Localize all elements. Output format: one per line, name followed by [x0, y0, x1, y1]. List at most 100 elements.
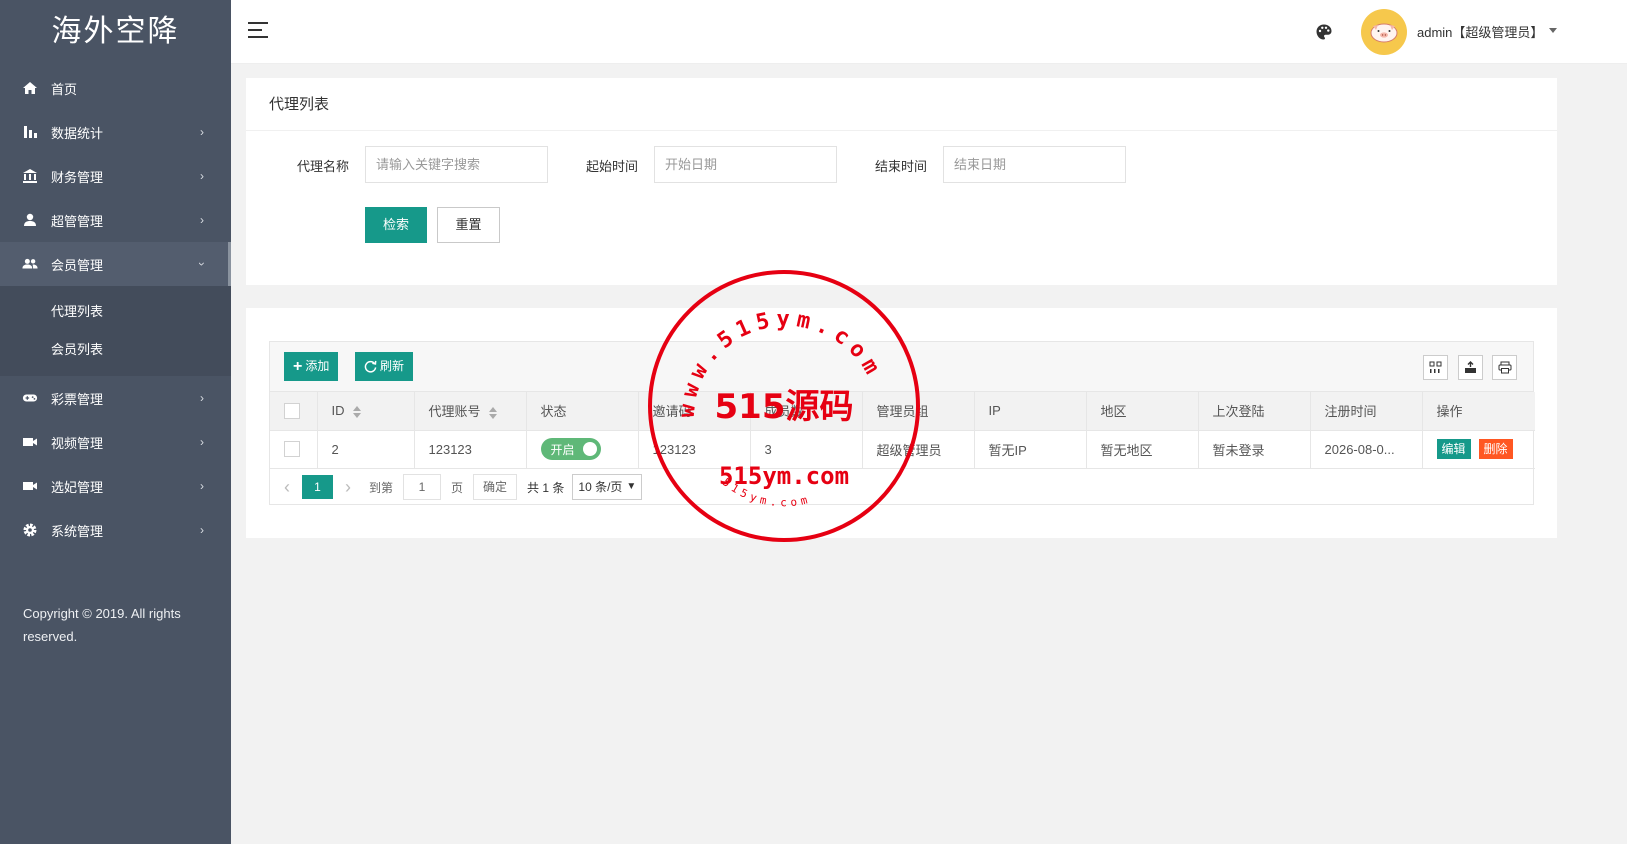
end-time-label: 结束时间: [875, 159, 928, 174]
column-header-account[interactable]: 代理账号: [414, 392, 527, 431]
copyright-text: Copyright © 2019. All rights reserved.: [23, 606, 181, 644]
user-icon: [22, 212, 38, 228]
page-unit-label: 页: [451, 480, 464, 495]
sort-icon[interactable]: [352, 405, 362, 418]
cell-ip: 暂无IP: [974, 430, 1087, 469]
cell-account: 123123: [414, 430, 527, 469]
goto-label: 到第: [369, 480, 394, 495]
search-button[interactable]: 检索: [365, 207, 427, 243]
agent-name-label: 代理名称: [297, 159, 350, 174]
caret-down-icon[interactable]: [1549, 28, 1557, 33]
select-all-checkbox[interactable]: [284, 403, 300, 420]
reset-button[interactable]: 重置: [437, 207, 500, 243]
chevron-down-icon: ›: [195, 262, 209, 266]
select-all-cell: [270, 392, 318, 431]
sidebar-item-admin[interactable]: 超管管理 ›: [0, 198, 231, 242]
table-header-row: ID 代理账号 状态 邀请码 成员数 管理员组 IP 地区 上次登陆 注册时间 …: [270, 392, 1535, 431]
sidebar-item-home[interactable]: 首页: [0, 66, 231, 110]
row-checkbox[interactable]: [284, 441, 300, 458]
start-time-label: 起始时间: [586, 159, 639, 174]
goto-confirm-button[interactable]: 确定: [473, 474, 518, 500]
bank-icon: [22, 168, 38, 184]
column-header-invite-code: 邀请码: [638, 392, 751, 431]
page-1-button[interactable]: 1: [302, 475, 333, 499]
chevron-right-icon: ›: [200, 125, 204, 139]
plus-icon: +: [293, 358, 303, 375]
sidebar-item-label: 超管管理: [51, 213, 104, 229]
export-icon[interactable]: [1458, 355, 1483, 380]
sidebar-item-consort[interactable]: 选妃管理 ›: [0, 464, 231, 508]
cell-region: 暂无地区: [1086, 430, 1199, 469]
cell-actions: 编辑 删除: [1422, 430, 1535, 469]
status-toggle[interactable]: 开启: [540, 438, 601, 460]
cell-status: 开启: [526, 430, 639, 469]
sidebar-item-stats[interactable]: 数据统计 ›: [0, 110, 231, 154]
sidebar-item-lottery[interactable]: 彩票管理 ›: [0, 376, 231, 420]
chevron-right-icon: ›: [200, 523, 204, 537]
column-header-reg-time: 注册时间: [1310, 392, 1423, 431]
app-logo: 海外空降: [51, 15, 180, 48]
sidebar-item-finance[interactable]: 财务管理 ›: [0, 154, 231, 198]
pig-avatar-icon: [1370, 23, 1398, 43]
column-header-status: 状态: [526, 392, 639, 431]
camera-icon: [22, 478, 38, 494]
column-header-id[interactable]: ID: [317, 392, 415, 431]
palette-icon[interactable]: [1315, 23, 1333, 41]
sidebar: 海外空降 首页 数据统计 › 财务管理 › 超管管理 › 会员管理 › 代理列表…: [0, 0, 231, 844]
sidebar-subitem-member-list[interactable]: 会员列表: [0, 331, 231, 369]
gamepad-icon: [22, 390, 38, 406]
filter-card: 代理列表 代理名称 请输入关键字搜索 起始时间 开始日期 结束时间 结束日期 检…: [246, 78, 1557, 285]
chevron-right-icon: ›: [200, 435, 204, 449]
start-date-input[interactable]: 开始日期: [654, 146, 837, 183]
column-header-admin-group: 管理员组: [862, 392, 975, 431]
home-icon: [22, 80, 38, 96]
refresh-button[interactable]: 刷新: [355, 352, 414, 381]
prev-page-button[interactable]: ‹: [284, 477, 290, 498]
refresh-button-label: 刷新: [380, 359, 405, 373]
column-header-region: 地区: [1086, 392, 1199, 431]
row-select-cell: [270, 430, 318, 469]
column-header-actions: 操作: [1422, 392, 1535, 431]
sidebar-item-label: 会员管理: [51, 257, 104, 273]
columns-filter-icon[interactable]: [1423, 355, 1448, 380]
sidebar-item-members[interactable]: 会员管理 ›: [0, 242, 231, 286]
cell-admin-group: 超级管理员: [862, 430, 975, 469]
print-icon[interactable]: [1492, 355, 1517, 380]
cell-last-login: 暂未登录: [1198, 430, 1311, 469]
avatar[interactable]: [1361, 9, 1407, 55]
page-title: 代理列表: [246, 78, 1557, 131]
users-icon: [22, 256, 38, 272]
chevron-right-icon: ›: [200, 169, 204, 183]
sidebar-item-video[interactable]: 视频管理 ›: [0, 420, 231, 464]
sidebar-item-label: 财务管理: [51, 169, 104, 185]
end-date-input[interactable]: 结束日期: [943, 146, 1126, 183]
column-header-last-login: 上次登陆: [1198, 392, 1311, 431]
chevron-down-icon: ▼: [626, 481, 637, 492]
page-size-select[interactable]: 10 条/页 ▼: [572, 474, 643, 500]
goto-page-input[interactable]: 1: [403, 474, 442, 500]
column-header-members: 成员数: [750, 392, 863, 431]
table-card: + 添加 刷新 ID 代理账号 状态 邀请码 成员数 管理员组 IP 地区 上次…: [246, 308, 1557, 538]
sidebar-subitem-agent-list[interactable]: 代理列表: [0, 293, 231, 331]
cell-reg-time: 2026-08-0...: [1310, 430, 1423, 469]
sort-icon[interactable]: [488, 406, 498, 419]
next-page-button[interactable]: ›: [345, 477, 351, 498]
agent-name-input[interactable]: 请输入关键字搜索: [365, 146, 548, 183]
video-icon: [22, 434, 38, 450]
user-menu[interactable]: admin【超级管理员】: [1417, 22, 1543, 41]
sidebar-item-label: 首页: [51, 81, 78, 97]
edit-button[interactable]: 编辑: [1436, 439, 1471, 459]
sidebar-item-system[interactable]: 系统管理 ›: [0, 508, 231, 552]
menu-toggle-icon[interactable]: [248, 22, 268, 40]
sidebar-item-label: 视频管理: [51, 435, 104, 451]
bar-chart-icon: [22, 124, 38, 140]
page-scrollbar[interactable]: [1618, 64, 1627, 844]
table-row: 2 123123 开启 123123 3 超级管理员 暂无IP 暂无地区 暂未登…: [270, 430, 1535, 469]
chevron-right-icon: ›: [200, 479, 204, 493]
delete-button[interactable]: 删除: [1478, 439, 1513, 459]
table-toolbar: + 添加 刷新: [270, 342, 1533, 392]
add-button[interactable]: + 添加: [284, 352, 339, 381]
chevron-right-icon: ›: [200, 391, 204, 405]
data-table: + 添加 刷新 ID 代理账号 状态 邀请码 成员数 管理员组 IP 地区 上次…: [269, 341, 1535, 506]
pagination: ‹ 1 › 到第 1 页 确定 共 1 条 10 条/页 ▼: [270, 469, 1533, 506]
